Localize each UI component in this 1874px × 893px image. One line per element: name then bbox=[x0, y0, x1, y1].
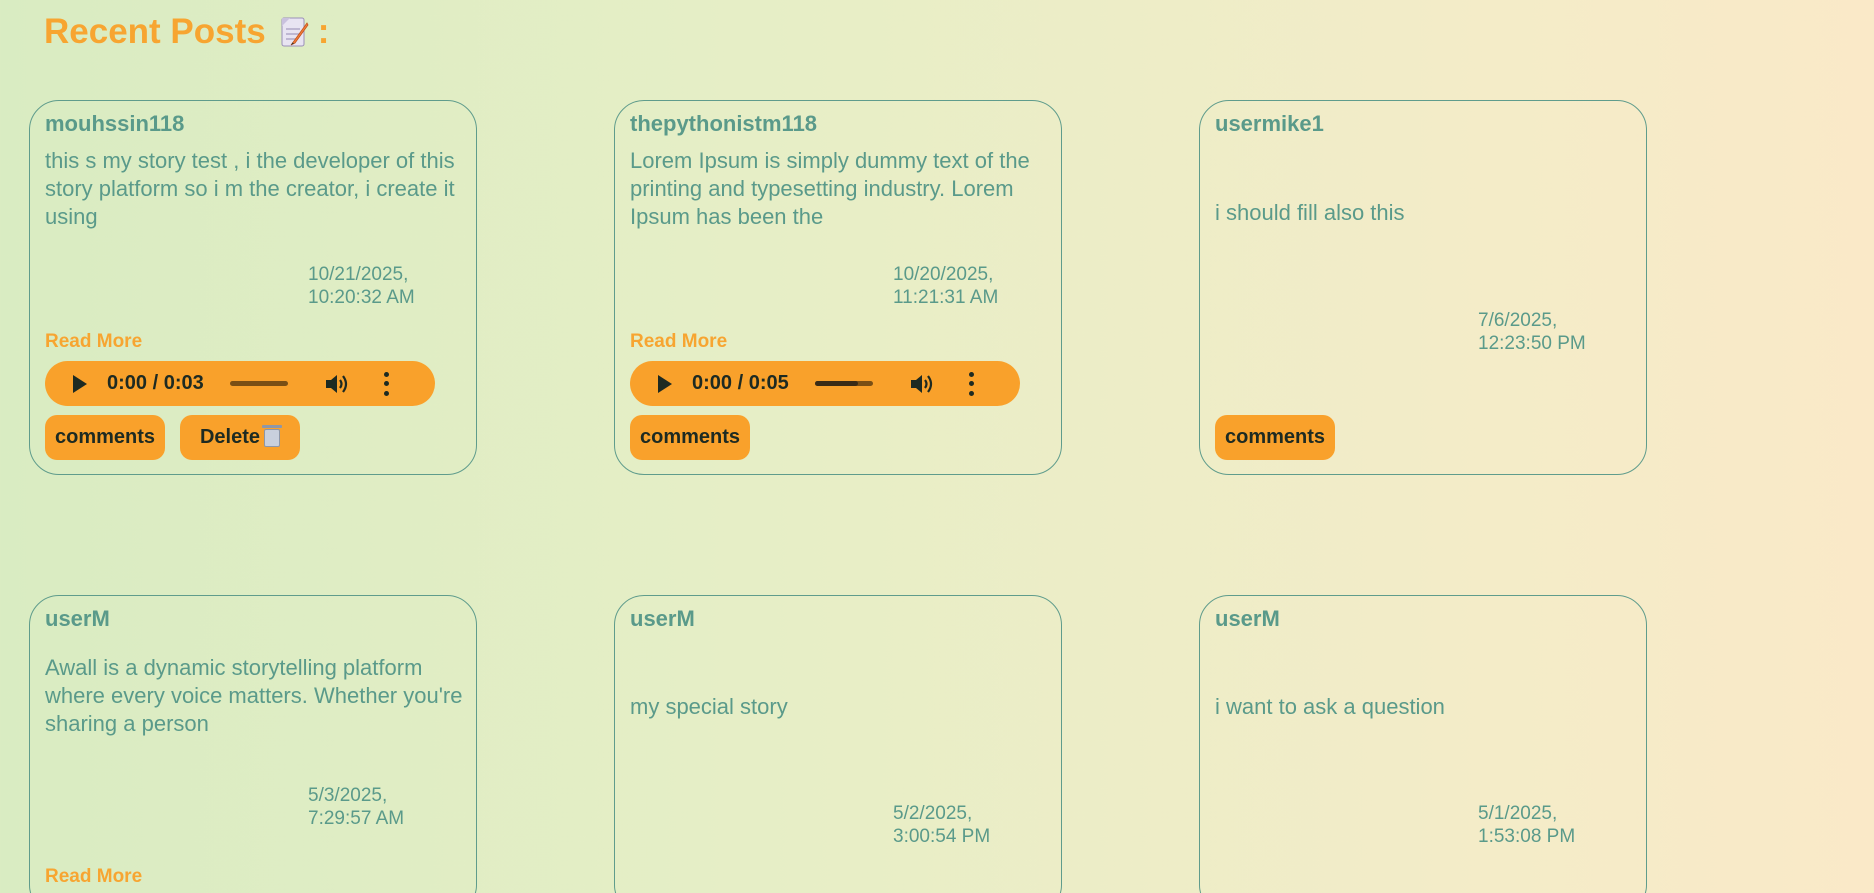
post-card: userM Awall is a dynamic storytelling pl… bbox=[29, 595, 477, 893]
read-more-link[interactable]: Read More bbox=[630, 331, 727, 353]
post-date: 5/3/2025, 7:29:57 AM bbox=[308, 784, 458, 830]
post-body: my special story bbox=[630, 694, 788, 719]
post-date-day: 10/21/2025, bbox=[308, 264, 409, 285]
read-more-link[interactable]: Read More bbox=[45, 866, 142, 888]
post-date: 10/21/2025, 10:20:32 AM bbox=[308, 263, 458, 309]
post-date-time: 7:29:57 AM bbox=[308, 808, 405, 829]
audio-time: 0:00 / 0:05 bbox=[692, 372, 789, 394]
post-card: mouhssin118 this s my story test , i the… bbox=[29, 100, 477, 475]
page-title: Recent Posts : bbox=[44, 12, 329, 52]
post-author: mouhssin118 bbox=[45, 111, 185, 136]
trash-icon bbox=[262, 424, 283, 447]
comments-button[interactable]: comments bbox=[630, 415, 750, 460]
post-date-time: 11:21:31 AM bbox=[893, 287, 999, 308]
post-date-day: 7/6/2025, bbox=[1478, 310, 1558, 331]
post-card: thepythonistm118 Lorem Ipsum is simply d… bbox=[614, 100, 1062, 475]
post-body: this s my story test , i the developer o… bbox=[45, 148, 455, 229]
post-date-time: 12:23:50 PM bbox=[1478, 333, 1586, 354]
delete-button-label: Delete bbox=[199, 426, 261, 448]
post-author: thepythonistm118 bbox=[630, 111, 818, 136]
post-card: userM my special story 5/2/2025, 3:00:54… bbox=[614, 595, 1062, 893]
delete-button[interactable]: Delete bbox=[180, 415, 300, 460]
post-date: 5/2/2025, 3:00:54 PM bbox=[893, 802, 1043, 848]
more-options-icon[interactable] bbox=[969, 371, 975, 396]
volume-icon[interactable] bbox=[324, 372, 350, 396]
post-date-time: 3:00:54 PM bbox=[893, 826, 991, 847]
page-title-text: Recent Posts bbox=[44, 12, 266, 51]
more-options-icon[interactable] bbox=[384, 371, 390, 396]
post-author: userM bbox=[1215, 606, 1280, 631]
post-date-day: 10/20/2025, bbox=[893, 264, 994, 285]
post-date-day: 5/1/2025, bbox=[1478, 803, 1558, 824]
comments-button[interactable]: comments bbox=[1215, 415, 1335, 460]
post-body: Lorem Ipsum is simply dummy text of the … bbox=[630, 148, 1030, 229]
audio-player[interactable]: 0:00 / 0:03 bbox=[45, 361, 435, 406]
post-body: i want to ask a question bbox=[1215, 694, 1445, 719]
audio-seek-bar[interactable] bbox=[814, 381, 873, 386]
post-date-time: 1:53:08 PM bbox=[1478, 826, 1576, 847]
volume-icon[interactable] bbox=[909, 372, 935, 396]
post-author: userM bbox=[630, 606, 695, 631]
post-body: i should fill also this bbox=[1215, 200, 1405, 225]
read-more-link[interactable]: Read More bbox=[45, 331, 142, 353]
post-date: 10/20/2025, 11:21:31 AM bbox=[893, 263, 1043, 309]
play-icon[interactable] bbox=[73, 374, 87, 393]
post-date-day: 5/3/2025, bbox=[308, 785, 388, 806]
comments-button[interactable]: comments bbox=[45, 415, 165, 460]
memo-icon bbox=[280, 15, 310, 49]
audio-seek-bar[interactable] bbox=[229, 381, 288, 386]
page-title-suffix: : bbox=[317, 12, 330, 51]
post-date: 7/6/2025, 12:23:50 PM bbox=[1478, 309, 1628, 355]
post-date-day: 5/2/2025, bbox=[893, 803, 973, 824]
audio-time: 0:00 / 0:03 bbox=[107, 372, 204, 394]
audio-player[interactable]: 0:00 / 0:05 bbox=[630, 361, 1020, 406]
post-body: Awall is a dynamic storytelling platform… bbox=[45, 655, 463, 736]
post-author: userM bbox=[45, 606, 110, 631]
post-date-time: 10:20:32 AM bbox=[308, 287, 415, 308]
post-author: usermike1 bbox=[1215, 111, 1324, 136]
post-date: 5/1/2025, 1:53:08 PM bbox=[1478, 802, 1628, 848]
play-icon[interactable] bbox=[658, 374, 672, 393]
post-card: usermike1 i should fill also this 7/6/20… bbox=[1199, 100, 1647, 475]
post-card: userM i want to ask a question 5/1/2025,… bbox=[1199, 595, 1647, 893]
